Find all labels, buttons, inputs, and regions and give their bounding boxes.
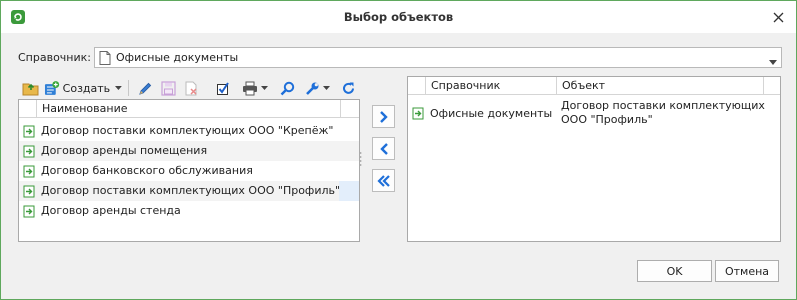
toolbar-divider — [128, 80, 129, 96]
chevron-down-icon — [261, 86, 268, 90]
list-item[interactable]: Договор аренды стенда — [19, 201, 359, 221]
left-toolbar: Создать — [18, 77, 363, 99]
document-link-icon — [23, 205, 36, 221]
available-objects-grid[interactable]: Наименование Договор поставки комплектую… — [18, 99, 360, 242]
cell-object: Договор поставки комплектующих ООО "Проф… — [561, 99, 765, 126]
chevron-left-icon — [379, 142, 388, 155]
save-button[interactable] — [158, 77, 178, 99]
document-icon — [99, 51, 111, 68]
list-item-label: Договор поставки комплектующих ООО "Проф… — [41, 184, 341, 197]
title-bar: Выбор объектов — [1, 1, 796, 33]
remove-all-button[interactable] — [372, 169, 395, 192]
indicator-column — [19, 100, 37, 118]
create-record-icon — [44, 81, 60, 95]
double-chevron-left-icon — [376, 174, 390, 187]
folder-up-button[interactable] — [20, 77, 40, 99]
refresh-button[interactable] — [338, 77, 358, 99]
indicator-column — [408, 77, 426, 95]
list-item[interactable]: Договор банковского обслуживания — [19, 161, 359, 181]
list-item-label: Договор банковского обслуживания — [41, 164, 253, 177]
edit-button[interactable] — [135, 77, 155, 99]
chevron-right-icon — [379, 110, 388, 123]
document-link-icon — [23, 185, 36, 201]
close-button[interactable] — [766, 5, 790, 29]
remove-selected-button[interactable] — [372, 137, 395, 160]
list-item[interactable]: Договор поставки комплектующих ООО "Креп… — [19, 121, 359, 141]
column-header-reference[interactable]: Справочник — [426, 77, 557, 95]
reference-combobox[interactable]: Офисные документы — [94, 47, 782, 68]
print-button[interactable] — [239, 77, 271, 99]
selected-objects-grid[interactable]: Справочник Объект Офисные документы Дого… — [407, 76, 781, 242]
add-selected-button[interactable] — [372, 105, 395, 128]
dialog-window: Выбор объектов Справочник: Офисные докум… — [0, 0, 797, 300]
focused-cell — [339, 181, 359, 201]
create-button[interactable]: Создать — [44, 77, 122, 99]
grid-header: Наименование — [19, 100, 359, 118]
grid-header: Справочник Объект — [408, 77, 780, 95]
splitter-handle[interactable] — [359, 151, 362, 167]
settings-button[interactable] — [300, 77, 334, 99]
create-label: Создать — [62, 81, 111, 95]
search-button[interactable] — [277, 77, 297, 99]
ok-button[interactable]: OK — [637, 260, 712, 282]
pencil-icon — [138, 82, 151, 95]
chevron-down-icon — [322, 86, 330, 90]
printer-icon — [243, 81, 257, 95]
folder-up-icon — [22, 83, 38, 96]
save-icon — [160, 80, 176, 96]
search-icon — [280, 81, 294, 95]
close-icon — [773, 12, 783, 22]
window-title: Выбор объектов — [343, 10, 454, 24]
list-item[interactable]: Договор поставки комплектующих ООО "Проф… — [19, 181, 359, 201]
document-link-icon — [23, 145, 36, 161]
chevron-down-icon — [115, 86, 122, 90]
chevron-down-icon[interactable] — [769, 55, 777, 68]
reference-label: Справочник: — [18, 51, 91, 64]
reference-value: Офисные документы — [116, 51, 239, 64]
list-item-label: Договор аренды стенда — [41, 204, 181, 217]
document-link-icon — [23, 125, 36, 141]
table-row[interactable]: Офисные документы Договор поставки компл… — [408, 96, 780, 134]
document-link-icon — [412, 107, 425, 123]
select-all-button[interactable] — [213, 77, 233, 99]
list-item-label: Договор аренды помещения — [41, 144, 208, 157]
wrench-icon — [305, 82, 318, 95]
column-header-name[interactable]: Наименование — [37, 100, 341, 118]
cell-reference: Офисные документы — [430, 107, 553, 120]
checkbox-icon — [216, 81, 229, 95]
list-item[interactable]: Договор аренды помещения — [19, 141, 359, 161]
document-link-icon — [23, 165, 36, 181]
cancel-button[interactable]: Отмена — [715, 260, 779, 282]
column-header-object[interactable]: Объект — [557, 77, 764, 95]
delete-button[interactable] — [181, 77, 201, 99]
list-item-label: Договор поставки комплектующих ООО "Креп… — [41, 124, 334, 137]
refresh-icon — [342, 82, 354, 94]
delete-document-icon — [185, 81, 197, 95]
